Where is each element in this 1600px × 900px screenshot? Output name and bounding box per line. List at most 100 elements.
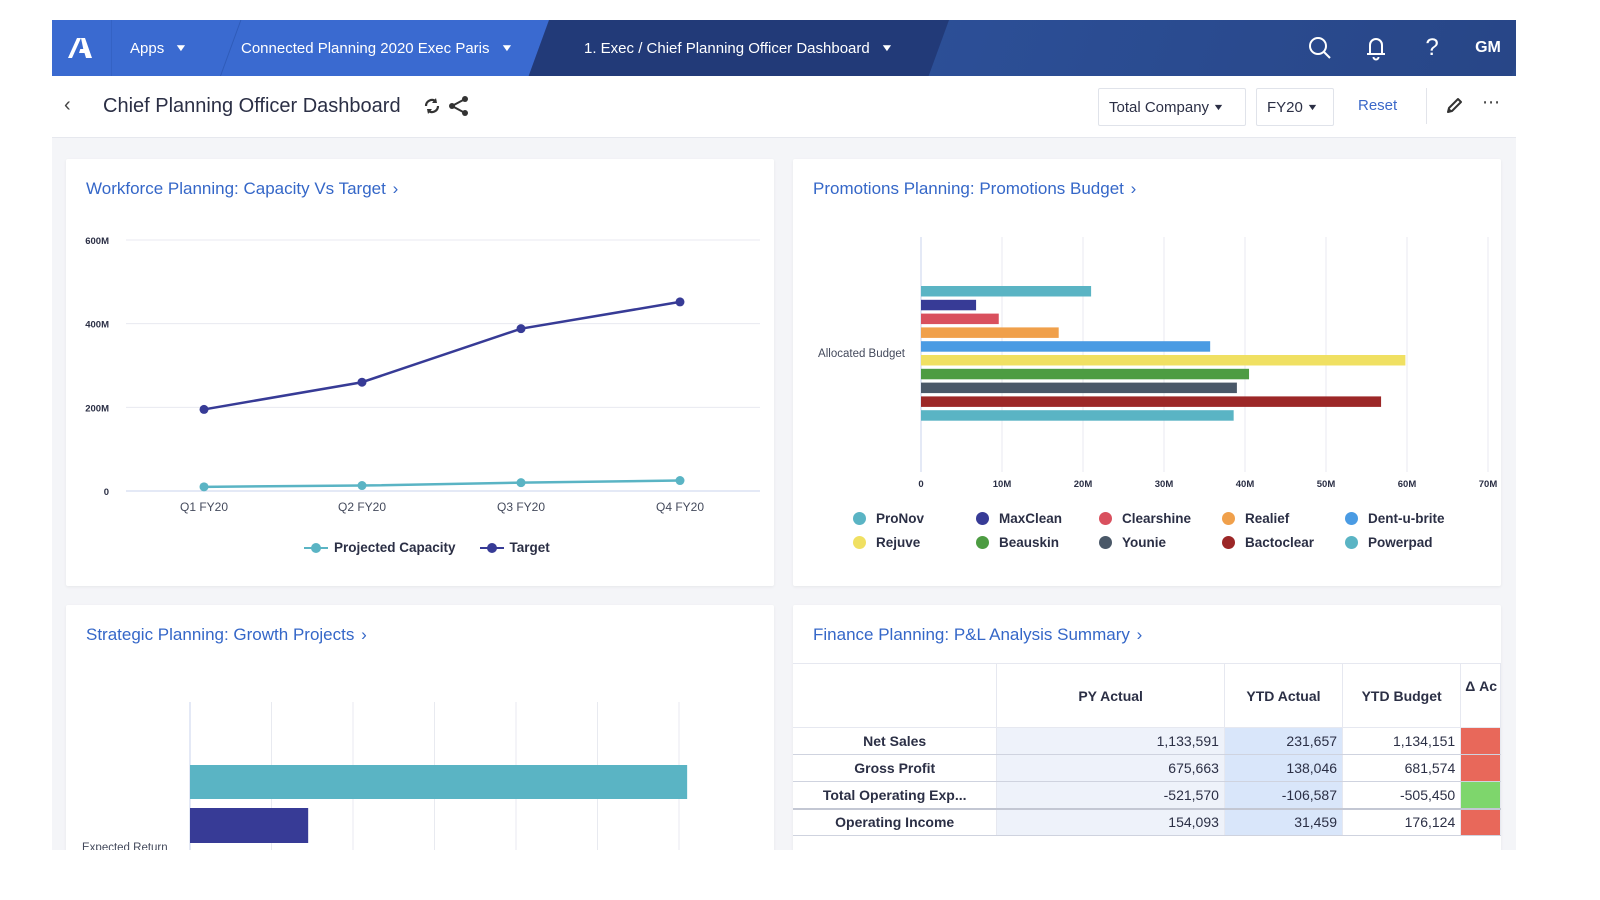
delta-status-cell[interactable] xyxy=(1460,727,1501,755)
chevron-down-icon: ▼ xyxy=(174,42,189,54)
legend-item[interactable]: Powerpad xyxy=(1345,535,1485,550)
legend-label: Powerpad xyxy=(1368,535,1433,550)
row-label[interactable]: Total Operating Exp... xyxy=(793,781,998,810)
legend-item[interactable]: Projected Capacity xyxy=(304,540,456,555)
legend-label: Realief xyxy=(1245,511,1290,526)
more-options-button[interactable]: ⋯ xyxy=(1482,92,1501,113)
logo-icon xyxy=(68,38,92,58)
x-tick-label: 70M xyxy=(1479,479,1498,490)
x-tick-label: 40M xyxy=(1236,479,1255,490)
finance-card-title[interactable]: Finance Planning: P&L Analysis Summary › xyxy=(813,625,1142,645)
legend-label: MaxClean xyxy=(999,511,1063,526)
ytd-budget-cell[interactable]: 1,134,151 xyxy=(1342,727,1462,755)
legend-swatch-icon xyxy=(304,542,328,554)
pencil-icon[interactable] xyxy=(1444,96,1464,116)
notifications-button[interactable] xyxy=(1348,20,1404,76)
legend-label: Beauskin xyxy=(999,535,1060,550)
chevron-down-icon: ▼ xyxy=(1212,102,1225,112)
column-header-ytd-actual[interactable]: YTD Actual xyxy=(1224,663,1344,728)
data-point xyxy=(675,297,685,307)
user-avatar[interactable]: GM xyxy=(1460,39,1516,57)
home-logo-button[interactable] xyxy=(52,20,112,76)
help-button[interactable]: ? xyxy=(1404,20,1460,76)
bar-powerpad xyxy=(921,410,1234,421)
py-actual-cell[interactable]: -521,570 xyxy=(996,781,1225,810)
legend-dot-icon xyxy=(1345,536,1358,549)
reset-button[interactable]: Reset xyxy=(1358,97,1397,114)
legend-item[interactable]: Realief xyxy=(1222,511,1345,526)
legend-dot-icon xyxy=(1222,512,1235,525)
x-tick-label: Q2 FY20 xyxy=(338,500,386,514)
legend-item[interactable]: Clearshine xyxy=(1099,511,1222,526)
legend-item[interactable]: ProNov xyxy=(853,511,976,526)
ytd-budget-cell[interactable]: -505,450 xyxy=(1342,781,1462,810)
column-header-delta[interactable]: Δ Ac xyxy=(1460,663,1501,728)
back-button[interactable]: ‹ xyxy=(64,94,71,117)
row-label[interactable]: Operating Income xyxy=(793,808,998,836)
column-header-ytd-budget[interactable]: YTD Budget xyxy=(1342,663,1462,728)
legend-dot-icon xyxy=(1099,512,1112,525)
legend-item[interactable]: Dent-u-brite xyxy=(1345,511,1485,526)
ytd-actual-cell[interactable]: -106,587 xyxy=(1224,781,1344,810)
data-point xyxy=(199,482,209,492)
share-icon[interactable] xyxy=(448,95,470,117)
delta-status-cell[interactable] xyxy=(1460,781,1501,810)
table-row[interactable]: Gross Profit 675,663 138,046 681,574 xyxy=(793,754,1501,782)
help-icon: ? xyxy=(1425,34,1439,61)
ytd-budget-cell[interactable]: 681,574 xyxy=(1342,754,1462,782)
ytd-budget-cell[interactable]: 176,124 xyxy=(1342,808,1462,836)
company-select[interactable]: Total Company ▼ xyxy=(1098,88,1246,126)
legend-dot-icon xyxy=(976,536,989,549)
workforce-line-chart: 0 200M 400M 600M Q1 FY20 Q2 FY20 Q3 FY20 Q4 FY2… xyxy=(85,236,760,514)
bell-icon xyxy=(1367,38,1385,61)
table-row[interactable]: Net Sales 1,133,591 231,657 1,134,151 xyxy=(793,727,1501,755)
year-select-value: FY20 xyxy=(1267,98,1303,116)
legend-label: ProNov xyxy=(876,511,925,526)
bar-pronov xyxy=(921,286,1092,297)
py-actual-cell[interactable]: 154,093 xyxy=(996,808,1225,836)
delta-status-cell[interactable] xyxy=(1460,754,1501,782)
growth-bar xyxy=(190,808,309,843)
legend-item[interactable]: Bactoclear xyxy=(1222,535,1345,550)
ytd-actual-cell[interactable]: 231,657 xyxy=(1224,727,1344,755)
year-select[interactable]: FY20 ▼ xyxy=(1256,88,1334,126)
row-label[interactable]: Net Sales xyxy=(793,727,998,755)
search-button[interactable] xyxy=(1292,20,1348,76)
row-label[interactable]: Gross Profit xyxy=(793,754,998,782)
py-actual-cell[interactable]: 675,663 xyxy=(996,754,1225,782)
category-label: Expected Return xyxy=(82,842,168,850)
chevron-down-icon: ▼ xyxy=(879,42,894,54)
ytd-actual-cell[interactable]: 31,459 xyxy=(1224,808,1344,836)
apps-menu[interactable]: Apps ▼ xyxy=(130,20,189,76)
legend-label: Dent-u-brite xyxy=(1368,511,1445,526)
category-label: Allocated Budget xyxy=(818,348,906,360)
page-title: Chief Planning Officer Dashboard xyxy=(103,95,401,117)
ytd-actual-cell[interactable]: 138,046 xyxy=(1224,754,1344,782)
table-row[interactable]: Operating Income 154,093 31,459 176,124 xyxy=(793,808,1501,836)
promotions-card: Promotions Planning: Promotions Budget ›… xyxy=(793,159,1501,586)
bar-rejuve xyxy=(921,355,1406,366)
legend-label: Rejuve xyxy=(876,535,921,550)
legend-item[interactable]: Beauskin xyxy=(976,535,1099,550)
page-breadcrumb[interactable]: 1. Exec / Chief Planning Officer Dashboa… xyxy=(584,20,894,76)
delta-status-cell[interactable] xyxy=(1460,808,1501,836)
table-header-row: PY Actual YTD Actual YTD Budget Δ Ac xyxy=(793,663,1501,728)
legend-item[interactable]: Rejuve xyxy=(853,535,976,550)
table-row[interactable]: Total Operating Exp... -521,570 -106,587 -5… xyxy=(793,781,1501,810)
bar-chart-legend: ProNov MaxClean Clearshine Realief Dent-u-br… xyxy=(853,511,1493,550)
refresh-icon[interactable] xyxy=(421,95,443,117)
legend-item[interactable]: Target xyxy=(479,540,550,555)
legend-item[interactable]: Younie xyxy=(1099,535,1222,550)
legend-dot-icon xyxy=(1222,536,1235,549)
column-header-py-actual[interactable]: PY Actual xyxy=(996,663,1225,728)
bar-bactoclear xyxy=(921,396,1382,407)
line-chart-legend: Projected Capacity Target xyxy=(304,540,574,555)
x-tick-label: Q1 FY20 xyxy=(180,500,228,514)
py-actual-cell[interactable]: 1,133,591 xyxy=(996,727,1225,755)
growth-bar-chart: Expected Return xyxy=(82,702,688,850)
series-line-projected-capacity xyxy=(203,479,681,489)
model-breadcrumb[interactable]: Connected Planning 2020 Exec Paris ▼ xyxy=(241,20,513,76)
app-window: Apps ▼ Connected Planning 2020 Exec Pari… xyxy=(52,20,1516,850)
finance-card: Finance Planning: P&L Analysis Summary ›… xyxy=(793,605,1501,850)
legend-item[interactable]: MaxClean xyxy=(976,511,1099,526)
